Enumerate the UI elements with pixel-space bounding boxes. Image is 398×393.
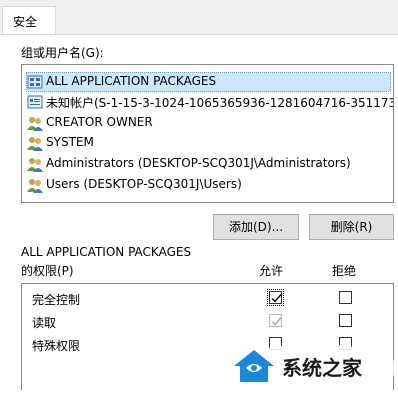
principal-name: 未知帐户(S-1-15-3-1024-1065365936-1281604716… (46, 96, 394, 110)
groups-label: 组或用户名(G): (21, 46, 104, 60)
watermark: 系统之家 (230, 338, 398, 392)
deny-column-header: 拒绝 (332, 264, 357, 278)
permissions-for-label: ALL APPLICATION PACKAGES (21, 245, 192, 259)
users-group-icon (27, 177, 43, 193)
tab-security-label: 安全 (13, 15, 38, 29)
deny-read-checkbox[interactable] (339, 314, 352, 327)
permission-name: 特殊权限 (32, 339, 81, 353)
panel-border (0, 34, 398, 35)
unknown-account-icon (27, 94, 43, 110)
permission-name: 完全控制 (32, 293, 81, 307)
watermark-text: 系统之家 (282, 356, 362, 380)
list-item[interactable]: CREATOR OWNER (26, 113, 393, 133)
principal-name: Users (DESKTOP-SCQ301J\Users) (46, 177, 242, 191)
principal-name: CREATOR OWNER (46, 115, 153, 129)
house-logo-icon (232, 348, 276, 384)
permissions-label: 的权限(P) (21, 264, 74, 278)
list-item[interactable]: SYSTEM (26, 133, 393, 153)
allow-read-checkbox[interactable] (269, 314, 282, 327)
list-item[interactable]: Users (DESKTOP-SCQ301J\Users) (26, 175, 393, 195)
tab-security[interactable]: 安全 (2, 6, 56, 35)
principal-name: SYSTEM (46, 135, 94, 149)
tab-strip: 安全 (0, 0, 398, 35)
list-item[interactable]: Administrators (DESKTOP-SCQ301J\Administ… (26, 154, 393, 174)
add-button[interactable]: 添加(D)... (213, 214, 299, 240)
deny-full-control-checkbox[interactable] (339, 291, 352, 304)
principal-name: Administrators (DESKTOP-SCQ301J\Administ… (46, 156, 351, 170)
principal-name: ALL APPLICATION PACKAGES (46, 74, 217, 88)
allow-full-control-checkbox[interactable] (267, 289, 284, 306)
list-item[interactable]: ALL APPLICATION PACKAGES (26, 72, 393, 92)
principals-list[interactable]: ALL APPLICATION PACKAGES 未知帐户(S-1-15-3-1… (21, 64, 394, 203)
users-group-icon (27, 135, 43, 151)
allow-column-header: 允许 (259, 264, 284, 278)
permission-name: 读取 (32, 316, 57, 330)
users-group-icon (27, 156, 43, 172)
app-packages-icon (27, 74, 43, 90)
list-item[interactable]: 未知帐户(S-1-15-3-1024-1065365936-1281604716… (26, 92, 394, 112)
users-group-icon (27, 115, 43, 131)
remove-button[interactable]: 删除(R) (309, 214, 394, 240)
